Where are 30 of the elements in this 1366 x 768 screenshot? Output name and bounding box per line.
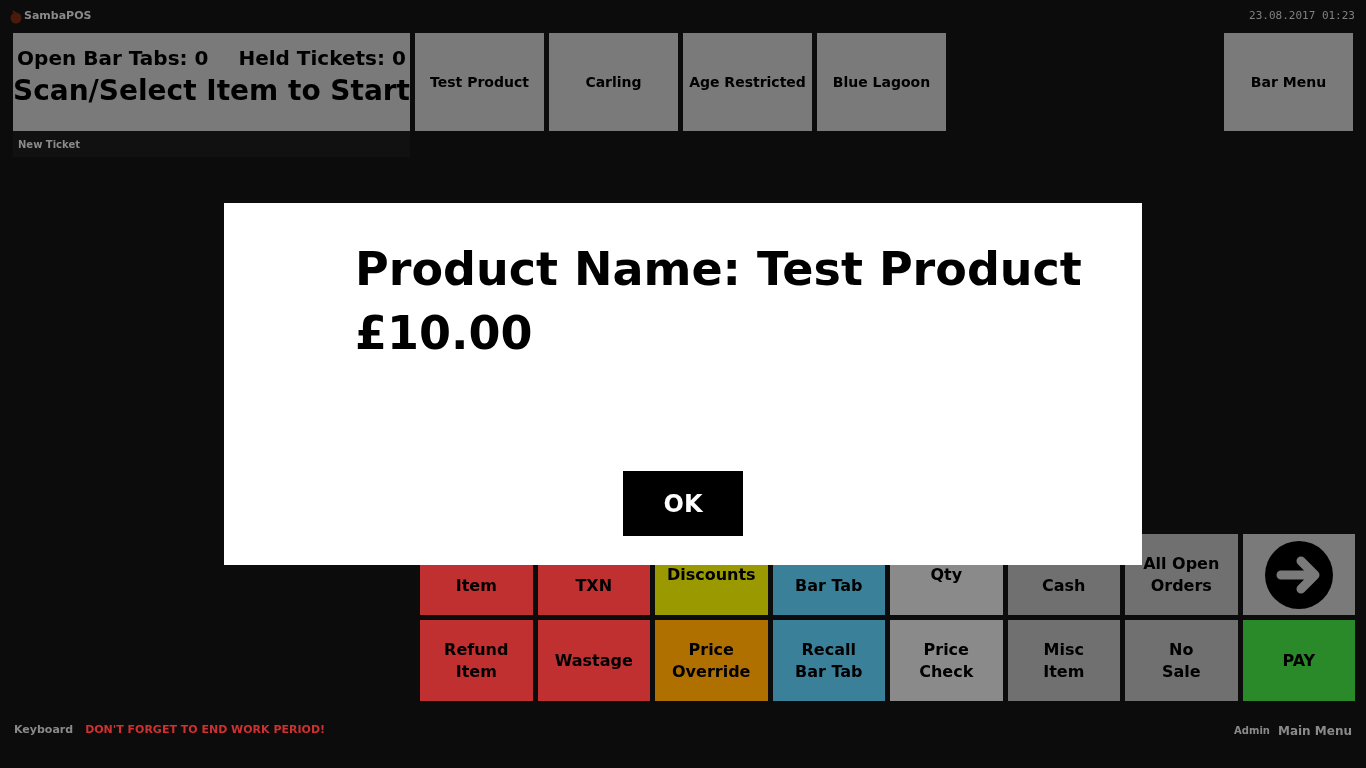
action-button[interactable]: Price Check bbox=[890, 620, 1003, 701]
dialog-text: £10.00 bbox=[355, 305, 534, 362]
action-button[interactable]: Misc Item bbox=[1007, 620, 1120, 701]
user-name: Admin bbox=[1234, 724, 1270, 738]
action-button[interactable]: Recall Bar Tab bbox=[772, 620, 885, 701]
open-bar-tabs: Open Bar Tabs: 0 bbox=[17, 43, 209, 73]
product-button[interactable]: Blue Lagoon bbox=[817, 33, 946, 131]
product-button[interactable]: Age Restricted bbox=[683, 33, 812, 131]
warning-text: DON'T FORGET TO END WORK PERIOD! bbox=[85, 722, 326, 739]
action-button[interactable]: Refund Item bbox=[420, 620, 533, 701]
action-button[interactable]: All Open Orders bbox=[1125, 534, 1238, 615]
keyboard-button[interactable]: Keyboard bbox=[14, 722, 74, 739]
dialog-text: Product Name: Test Product bbox=[355, 241, 1083, 298]
action-button[interactable]: Wastage bbox=[537, 620, 650, 701]
product-button[interactable]: Test Product bbox=[415, 33, 544, 131]
logo-icon bbox=[10, 9, 22, 24]
held-tickets: Held Tickets: 0 bbox=[238, 45, 406, 72]
action-button[interactable]: Price Override bbox=[655, 620, 768, 701]
product-button[interactable]: Carling bbox=[549, 33, 678, 131]
arrow-right-icon bbox=[1264, 540, 1333, 609]
menu-button[interactable]: Bar Menu bbox=[1224, 33, 1353, 131]
datetime: 23.08.2017 01:23 bbox=[1249, 8, 1355, 25]
next-button[interactable] bbox=[1242, 534, 1355, 615]
main-menu-button[interactable]: Main Menu bbox=[1277, 721, 1352, 740]
prompt-text: Scan/Select Item to Start bbox=[13, 73, 410, 109]
action-button[interactable]: No Sale bbox=[1125, 620, 1238, 701]
ok-button[interactable]: OK bbox=[623, 471, 743, 536]
new-ticket-label[interactable]: New Ticket bbox=[18, 136, 80, 152]
app-name: SambaPOS bbox=[24, 8, 92, 25]
action-button[interactable]: PAY bbox=[1242, 620, 1355, 701]
